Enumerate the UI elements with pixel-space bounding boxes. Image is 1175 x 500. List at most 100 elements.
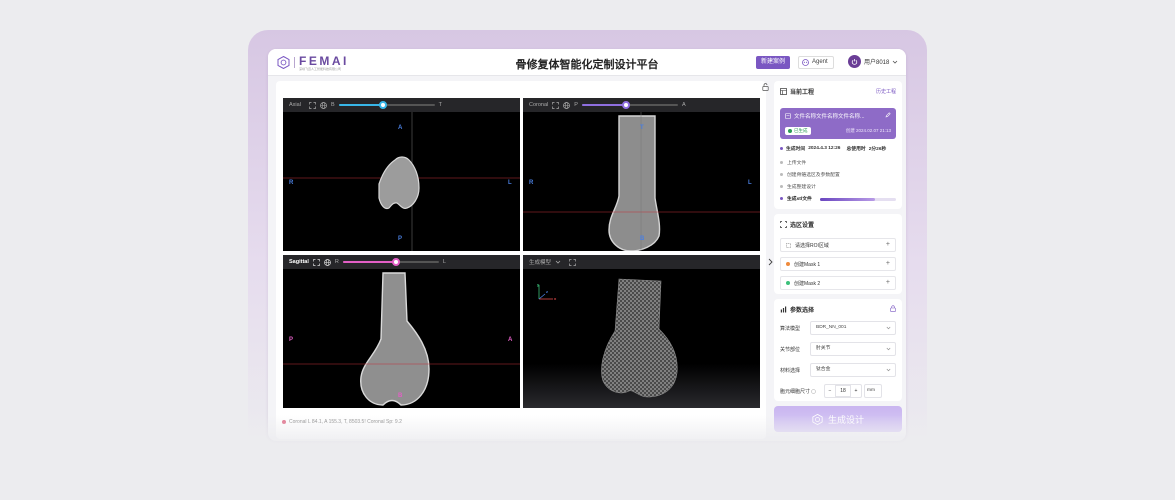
cell-size-input[interactable]: 18 (835, 385, 851, 397)
user-name: 用户8018 (864, 60, 890, 66)
lock-icon[interactable] (890, 305, 896, 312)
chart-icon (780, 306, 787, 313)
side-panel: 当前工程 历史工程 文件名称文件名称文件名称... 已生成 创建 2024.02… (774, 81, 902, 439)
project-title-text: 当前工程 (790, 90, 815, 96)
mask-2-row[interactable]: 创建Mask 2 + (780, 276, 896, 290)
slider-handle[interactable] (378, 101, 387, 109)
material-field: 材料选择 钛合金 (780, 363, 896, 377)
model-axis-x: x (554, 296, 557, 301)
fullscreen-icon[interactable] (313, 258, 320, 266)
project-card: 当前工程 历史工程 文件名称文件名称文件名称... 已生成 创建 2024.02… (774, 81, 902, 209)
cell-size-stepper[interactable]: − 18 + (824, 384, 862, 398)
coronal-slider-start: P (574, 102, 578, 108)
step-label: 生成stl文件 (787, 197, 812, 202)
sagittal-slice-slider[interactable] (342, 258, 439, 266)
fullscreen-icon[interactable] (309, 101, 316, 109)
gen-time-label: 生成时间 (786, 147, 806, 152)
increment-button[interactable]: + (851, 385, 861, 397)
generate-design-button[interactable]: 生成设计 (774, 406, 902, 432)
add-icon[interactable]: + (886, 241, 890, 248)
viewer-workspace: Axial B T A P R L Coronal P A T B R L Sa… (276, 81, 769, 439)
app-header: FEMAI 深圳飞迈人工智能科技有限公司 骨修复体智能化定制设计平台 新建案例 … (268, 49, 906, 76)
slider-handle[interactable] (622, 101, 631, 109)
sagittal-toolbar: Sagittal R L (283, 255, 520, 269)
generation-meta: 生成时间 2024.4.3 12:26 总使用时 2分26秒 (780, 145, 886, 152)
slider-handle[interactable] (391, 258, 400, 266)
sagittal-viewport[interactable]: Sagittal R L P A B (283, 255, 520, 408)
axial-marker-left: R (289, 180, 294, 186)
chevron-down-icon (886, 326, 891, 330)
joint-field: 关节部位 肘关节 (780, 342, 896, 356)
globe-icon[interactable] (320, 101, 327, 109)
selection-card: 选区设置 请选择ROI区域 + 创建Mask 1 + 创建Mask 2 + (774, 214, 902, 294)
params-title: 参数选择 (780, 305, 814, 314)
coronal-slice-slider[interactable] (581, 101, 678, 109)
material-select[interactable]: 钛合金 (810, 363, 896, 377)
algo-value: BDR_NN_001 (816, 325, 847, 330)
coronal-image (523, 112, 760, 251)
user-menu[interactable]: 用户8018 (848, 55, 898, 68)
algo-select[interactable]: BDR_NN_001 (810, 321, 896, 335)
axial-toolbar: Axial B T (283, 98, 520, 112)
sagittal-marker-bottom: B (398, 393, 403, 399)
mask-2-dot (786, 281, 790, 285)
coronal-viewport[interactable]: Coronal P A T B R L (523, 98, 760, 251)
axial-slice-slider[interactable] (338, 101, 435, 109)
fullscreen-icon[interactable] (569, 258, 576, 266)
new-case-button[interactable]: 新建案例 (756, 56, 791, 69)
model-toolbar: 生成模型 (523, 255, 760, 269)
file-icon (785, 113, 791, 119)
generation-progress (820, 198, 896, 201)
step-stl: 生成stl文件 (780, 195, 812, 202)
axial-viewport[interactable]: Axial B T A P R L (283, 98, 520, 251)
file-name: 文件名称文件名称文件名称... (785, 112, 865, 120)
joint-value: 肘关节 (816, 346, 831, 351)
sagittal-marker-left: P (289, 337, 294, 343)
coronal-marker-right: L (748, 180, 752, 186)
edit-icon[interactable] (885, 112, 891, 118)
power-icon (851, 59, 858, 65)
axial-slider-end: T (438, 102, 443, 108)
globe-icon[interactable] (563, 101, 571, 109)
progress-fill (820, 198, 875, 201)
coronal-slider-end: A (681, 102, 686, 108)
roi-select-row[interactable]: 请选择ROI区域 + (780, 238, 896, 252)
mask-1-dot (786, 262, 790, 266)
info-icon (811, 388, 817, 394)
cell-size-label-text: 胞元细胞尺寸 (780, 388, 811, 395)
step-label: 上传文件 (787, 161, 807, 166)
axial-slider-start: B (331, 102, 335, 108)
agent-button[interactable]: Agent (798, 56, 834, 69)
add-icon[interactable]: + (886, 260, 890, 267)
project-title: 当前工程 (780, 87, 814, 96)
row-label: 创建Mask 2 (794, 280, 821, 287)
model-label[interactable]: 生成模型 (529, 258, 551, 266)
algo-field: 算法模型 BDR_NN_001 (780, 321, 896, 335)
algo-label: 算法模型 (780, 325, 801, 332)
created-date: 创建 2024.02.07 21:13 (845, 128, 891, 133)
chevron-down-icon[interactable] (555, 260, 561, 264)
unlock-icon[interactable] (762, 83, 769, 91)
fullscreen-icon[interactable] (552, 101, 560, 109)
decrement-button[interactable]: − (825, 385, 835, 397)
globe-icon[interactable] (324, 258, 331, 266)
file-name-text: 文件名称文件名称文件名称... (794, 114, 865, 120)
chevron-right-icon (768, 258, 773, 266)
selection-title: 选区设置 (780, 220, 814, 229)
axial-image (283, 112, 520, 251)
sagittal-slider-start: R (334, 259, 339, 265)
unit-select[interactable]: mm (864, 384, 882, 398)
mask-1-row[interactable]: 创建Mask 1 + (780, 257, 896, 271)
meta-dot (780, 147, 783, 150)
history-link[interactable]: 历史工程 (876, 88, 896, 95)
step-design: 生成整建设计 (780, 183, 816, 190)
add-icon[interactable]: + (886, 279, 890, 286)
cursor-status: Coronal L 84.1, A 155.3, T, 8503.5! Coro… (282, 419, 402, 425)
row-label: 请选择ROI区域 (795, 242, 829, 249)
current-file[interactable]: 文件名称文件名称文件名称... 已生成 创建 2024.02.07 21:13 (780, 108, 896, 139)
model-viewport[interactable]: 生成模型 y x z (523, 255, 760, 408)
joint-label: 关节部位 (780, 346, 801, 353)
collapse-panel-toggle[interactable] (766, 255, 774, 269)
joint-select[interactable]: 肘关节 (810, 342, 896, 356)
chevron-down-icon (886, 347, 891, 351)
